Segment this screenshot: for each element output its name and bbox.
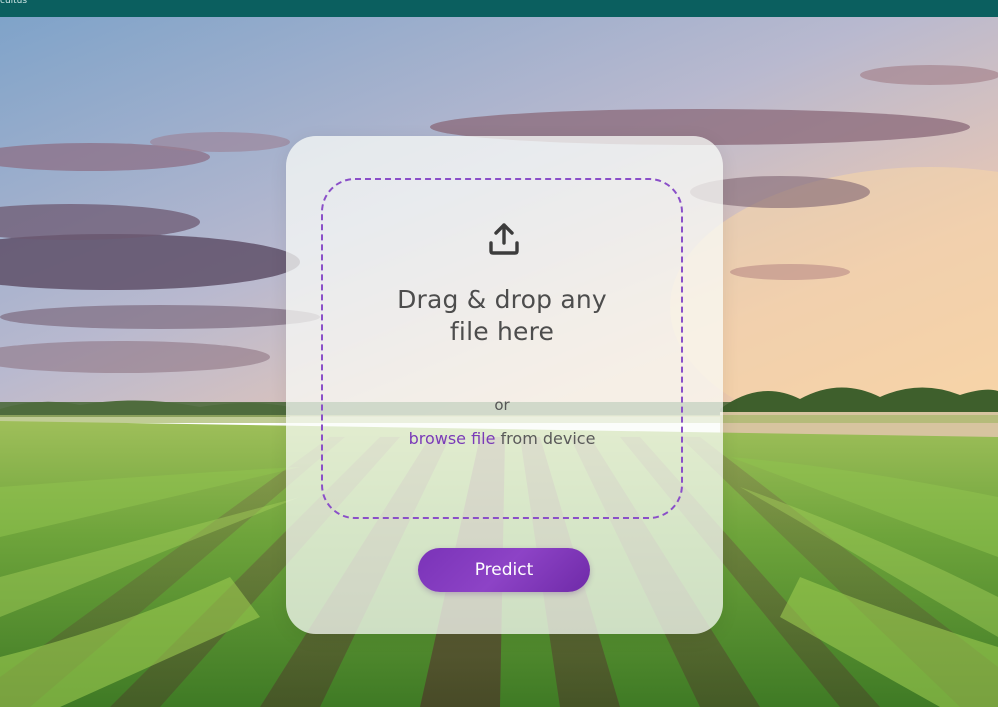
or-separator: or: [494, 396, 510, 414]
top-bar-text: cultus: [0, 0, 28, 6]
top-bar: cultus: [0, 0, 998, 17]
headline-line-1: Drag & drop any: [397, 285, 607, 314]
browse-file-link[interactable]: browse file: [409, 429, 496, 448]
page: cultus Drag & drop any file here or brow…: [0, 0, 998, 707]
upload-card: Drag & drop any file here or browse file…: [286, 136, 723, 634]
dropzone-headline: Drag & drop any file here: [323, 284, 681, 348]
browse-suffix: from device: [495, 429, 596, 448]
upload-icon: [489, 223, 519, 255]
predict-button[interactable]: Predict: [418, 548, 590, 592]
file-dropzone[interactable]: Drag & drop any file here or browse file…: [321, 178, 683, 519]
browse-line: browse file from device: [323, 429, 681, 448]
headline-line-2: file here: [449, 317, 555, 346]
